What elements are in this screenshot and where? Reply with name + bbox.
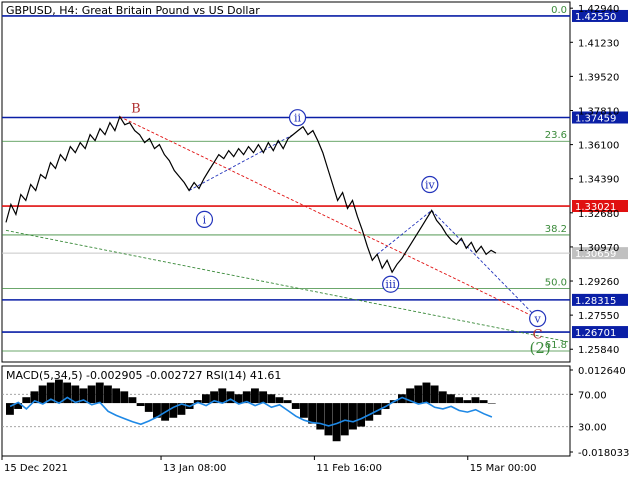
time-tick-label: 13 Jan 08:00 [163, 463, 226, 474]
chart-title: GBPUSD, H4: Great Britain Pound vs US Do… [6, 4, 260, 17]
price-tick-label: 1.32680 [578, 209, 619, 220]
macd-histogram-bar [349, 403, 357, 430]
macd-histogram-bar [471, 397, 480, 404]
chart-canvas: 0.023.638.250.061.8 BiiiiiiivvC(2) 1.425… [0, 0, 640, 480]
level-tag-label: 1.28315 [575, 296, 616, 307]
symbol-description: Great Britain Pound vs US Dollar [81, 4, 260, 17]
macd-histogram-bar [357, 403, 366, 427]
price-tick-label: 1.37810 [578, 106, 619, 117]
macd-histogram-bar [275, 397, 284, 404]
macd-histogram-bar [414, 385, 423, 404]
wave-label: (2) [529, 339, 550, 357]
macd-histogram-bar [87, 385, 96, 404]
macd-histogram-bar [324, 403, 333, 436]
macd-histogram-bar [316, 403, 325, 430]
level-tag-label: 1.26701 [575, 328, 616, 339]
macd-histogram-bar [438, 391, 447, 404]
price-tick-label: 1.39520 [578, 72, 619, 83]
macd-histogram-bar [487, 403, 496, 404]
macd-histogram-bar [169, 403, 178, 418]
price-tick-label: 1.29260 [578, 277, 619, 288]
indicator-tick-label: 70.00 [578, 390, 607, 401]
macd-histogram-bar [463, 400, 472, 404]
wave-label: iv [425, 178, 436, 191]
indicator-title: MACD(5,34,5) -0.002905 -0.002727 RSI(14)… [6, 369, 282, 382]
price-tick-label: 1.34390 [578, 175, 619, 186]
fib-level-label: 0.0 [551, 5, 567, 16]
wave-label: ii [294, 112, 302, 125]
macd-histogram-bar [479, 400, 488, 404]
price-tick-label: 1.36100 [578, 141, 619, 152]
macd-histogram-bar [447, 394, 455, 404]
macd-histogram-bar [340, 403, 349, 436]
fib-level-label: 50.0 [545, 278, 567, 289]
macd-histogram-bar [95, 382, 104, 404]
macd-histogram-bar [55, 379, 63, 404]
macd-histogram-bar [455, 397, 464, 404]
macd-histogram-bar [128, 397, 137, 404]
macd-histogram-bar [22, 397, 31, 404]
macd-histogram-bar [202, 394, 210, 404]
macd-histogram-bar [422, 382, 431, 404]
price-tick-label: 1.41230 [578, 38, 619, 49]
indicator-tick-label: 0.012640 [578, 366, 626, 377]
wave-label: i [203, 213, 207, 226]
time-tick-label: 15 Mar 00:00 [470, 463, 537, 474]
macd-histogram-bar [120, 391, 129, 404]
wave-label: v [534, 313, 542, 326]
price-tick-label: 1.42940 [578, 4, 619, 15]
macd-histogram-bar [365, 403, 374, 421]
time-tick-label: 15 Dec 2021 [4, 463, 68, 474]
macd-histogram-bar [259, 391, 268, 404]
fib-level-label: 38.2 [545, 224, 567, 235]
macd-histogram-bar [291, 403, 300, 409]
macd-histogram-bar [38, 385, 47, 404]
wave-label: B [131, 102, 141, 117]
indicator-tick-label: -0.018033 [578, 448, 629, 459]
macd-histogram-bar [308, 403, 317, 424]
macd-histogram-bar [144, 403, 153, 412]
macd-histogram-bar [251, 388, 259, 404]
price-tick-label: 1.27550 [578, 311, 619, 322]
indicator-tick-label: 30.00 [578, 423, 607, 434]
price-tick-label: 1.30970 [578, 243, 619, 254]
macd-histogram-bar [267, 394, 276, 404]
price-tick-label: 1.25840 [578, 345, 619, 356]
macd-histogram-bar [112, 388, 121, 404]
fib-level-label: 23.6 [545, 130, 567, 141]
macd-histogram-bar [430, 385, 439, 404]
macd-histogram-bar [136, 403, 145, 407]
macd-histogram-bar [218, 388, 227, 404]
symbol-label: GBPUSD, H4: [6, 4, 79, 17]
time-tick-label: 11 Feb 16:00 [316, 463, 382, 474]
macd-histogram-bar [283, 400, 292, 404]
macd-histogram-bar [104, 385, 112, 404]
wave-label: iii [385, 278, 396, 291]
macd-histogram-bar [300, 403, 308, 418]
